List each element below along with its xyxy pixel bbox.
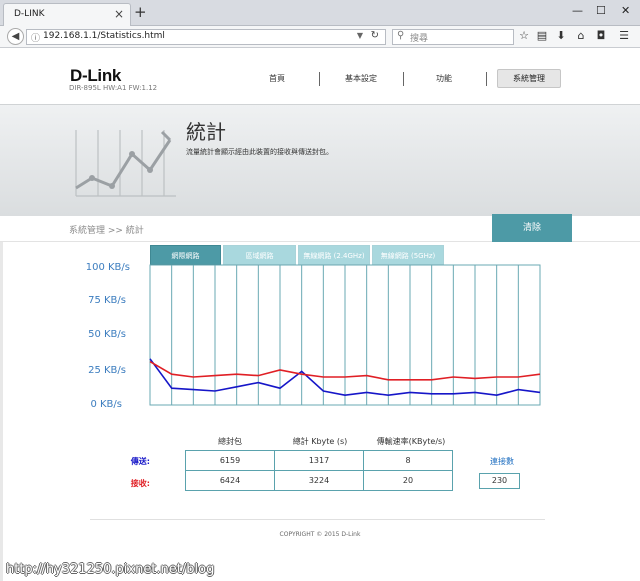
connections-count: 230 [479, 473, 520, 489]
row-label-receive: 接收: [130, 479, 150, 488]
copyright: COPYRIGHT © 2015 D-Link [279, 531, 361, 538]
footer-divider [90, 519, 545, 520]
row-label-send: 傳送: [130, 457, 150, 466]
header-packets: 總封包 [218, 437, 242, 446]
table-row: 6424 3224 20 [185, 470, 453, 491]
header-rate: 傳輸速率(KByte/s) [376, 437, 446, 446]
send-kbytes: 1317 [274, 450, 364, 471]
receive-rate: 20 [363, 470, 453, 491]
receive-kbytes: 3224 [274, 470, 364, 491]
connections-label: 連接數 [490, 457, 514, 466]
stats-table: 6159 1317 8 6424 3224 20 [185, 450, 453, 491]
table-row: 6159 1317 8 [185, 450, 453, 471]
watermark: http://hy321250.pixnet.net/blog [6, 562, 215, 577]
receive-packets: 6424 [185, 470, 275, 491]
header-kbytes: 總計 Kbyte (s) [292, 437, 348, 446]
send-rate: 8 [363, 450, 453, 471]
send-packets: 6159 [185, 450, 275, 471]
traffic-chart [149, 264, 541, 406]
